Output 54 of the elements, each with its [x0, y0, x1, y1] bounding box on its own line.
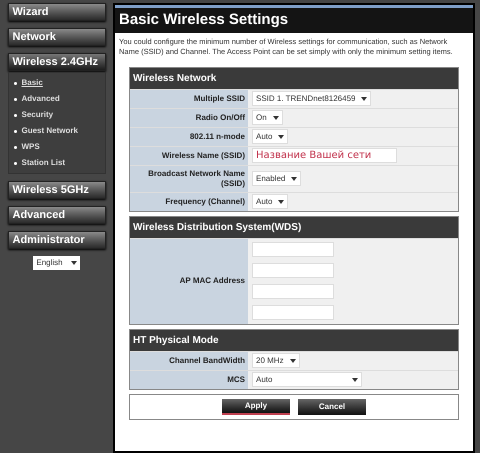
dropdown-field[interactable]: Auto	[252, 129, 288, 144]
row-label: Channel BandWidth	[130, 352, 248, 370]
nav-button[interactable]: Network	[8, 28, 106, 46]
dropdown-field[interactable]: On	[252, 110, 283, 125]
row-label: Wireless Name (SSID)	[130, 146, 248, 164]
row-label: 802.11 n-mode	[130, 128, 248, 146]
bullet-icon	[14, 82, 16, 84]
input-field[interactable]	[252, 242, 334, 257]
input-field[interactable]	[252, 284, 334, 299]
caret-icon	[272, 116, 279, 120]
bullet-icon	[14, 162, 16, 164]
submenu-link[interactable]: Basic	[22, 77, 43, 89]
form-button[interactable]: Cancel	[298, 398, 366, 414]
nav-button[interactable]: Wizard	[8, 3, 106, 21]
nav-button[interactable]: Administrator	[8, 231, 106, 249]
nav-button[interactable]: Advanced	[8, 206, 106, 224]
submenu-link[interactable]: WPS	[22, 141, 40, 153]
submenu-link[interactable]: Guest Network	[22, 125, 78, 137]
submenu-link[interactable]: Security	[22, 109, 54, 121]
submenu-link[interactable]: Advanced	[22, 93, 60, 105]
row-label: Multiple SSID	[130, 90, 248, 108]
row-label: AP MAC Address	[130, 238, 248, 324]
section-header: HT Physical Mode	[130, 330, 458, 350]
caret-icon	[278, 134, 284, 138]
nav-button[interactable]: Wireless 2.4GHz	[8, 53, 106, 71]
caret-icon	[70, 261, 77, 265]
section-header: Wireless Network	[130, 68, 458, 88]
page-header: Basic Wireless Settings	[115, 5, 473, 32]
bullet-icon	[14, 146, 16, 148]
submenu-link[interactable]: Station List	[22, 157, 66, 169]
bullet-icon	[14, 98, 16, 100]
dropdown-field[interactable]: 20 MHz	[252, 353, 300, 368]
bullet-icon	[14, 130, 16, 132]
dropdown-field[interactable]: SSID 1. TRENDnet8126459	[252, 91, 372, 106]
dropdown-field[interactable]: Auto	[252, 194, 288, 209]
form-button[interactable]: Apply	[222, 398, 290, 414]
caret-icon	[290, 358, 296, 362]
caret-icon	[352, 378, 358, 382]
caret-icon	[278, 200, 284, 204]
row-label: Radio On/Off	[130, 108, 248, 126]
row-label: Frequency (Channel)	[130, 192, 248, 210]
row-label: Broadcast Network Name (SSID)	[130, 166, 248, 192]
dropdown-field[interactable]: Enabled	[252, 171, 302, 186]
section-header: Wireless Distribution System(WDS)	[130, 216, 458, 238]
dropdown-field[interactable]: Auto	[252, 372, 362, 387]
language-dropdown[interactable]: English	[33, 256, 80, 270]
nav-button[interactable]: Wireless 5GHz	[8, 181, 106, 199]
input-field[interactable]: Название Вашей сети	[252, 148, 397, 163]
bullet-icon	[14, 114, 16, 116]
input-field[interactable]	[252, 305, 334, 320]
caret-icon	[361, 96, 368, 100]
caret-icon	[291, 176, 298, 180]
row-label: MCS	[130, 370, 248, 388]
input-field[interactable]	[252, 263, 334, 278]
